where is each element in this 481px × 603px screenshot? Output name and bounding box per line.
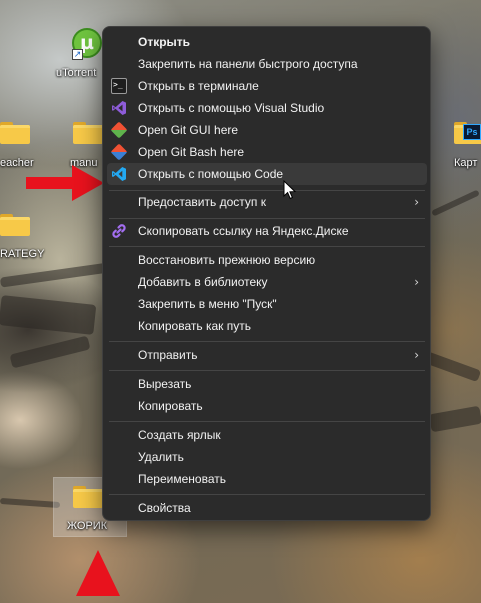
menu-item-label: Скопировать ссылку на Яндекс.Диске <box>138 224 349 238</box>
menu-item-pin-quick-access[interactable]: Закрепить на панели быстрого доступа <box>107 53 427 75</box>
menu-separator <box>109 341 425 342</box>
red-arrow-up-icon <box>76 550 120 596</box>
menu-item-label: Открыть с помощью Visual Studio <box>138 101 325 115</box>
context-menu: Открыть Закрепить на панели быстрого дос… <box>102 26 431 521</box>
menu-item-label: Переименовать <box>138 472 226 486</box>
menu-separator <box>109 246 425 247</box>
menu-item-label: Закрепить в меню "Пуск" <box>138 297 277 311</box>
menu-item-label: Открыть с помощью Code <box>138 167 284 181</box>
menu-item-label: Открыть в терминале <box>138 79 259 93</box>
menu-item-label: Копировать как путь <box>138 319 251 333</box>
menu-item-add-to-library[interactable]: Добавить в библиотеку › <box>107 271 427 293</box>
chevron-right-icon: › <box>414 275 419 289</box>
desktop-icon-label: ЖОРИК <box>67 520 108 532</box>
git-bash-icon <box>110 143 128 161</box>
menu-item-label: Предоставить доступ к <box>138 195 266 209</box>
chevron-right-icon: › <box>414 195 419 209</box>
menu-item-yandex-disk-link[interactable]: Скопировать ссылку на Яндекс.Диске <box>107 220 427 242</box>
menu-item-label: Удалить <box>138 450 184 464</box>
link-icon <box>112 224 126 238</box>
menu-item-git-bash[interactable]: Open Git Bash here <box>107 141 427 163</box>
menu-item-open-visual-studio[interactable]: Открыть с помощью Visual Studio <box>107 97 427 119</box>
menu-item-cut[interactable]: Вырезать <box>107 373 427 395</box>
red-arrow-right-icon <box>26 165 104 201</box>
menu-separator <box>109 370 425 371</box>
photoshop-icon: Ps <box>463 124 481 140</box>
menu-item-git-gui[interactable]: Open Git GUI here <box>107 119 427 141</box>
chevron-right-icon: › <box>414 348 419 362</box>
menu-separator <box>109 218 425 219</box>
menu-item-label: Копировать <box>138 399 203 413</box>
menu-item-give-access[interactable]: Предоставить доступ к › <box>107 191 427 213</box>
shortcut-arrow-icon: ↗ <box>72 49 83 60</box>
folder-icon <box>0 212 30 236</box>
menu-item-pin-to-start[interactable]: Закрепить в меню "Пуск" <box>107 293 427 315</box>
folder-icon <box>73 120 103 144</box>
menu-item-send-to[interactable]: Отправить › <box>107 344 427 366</box>
menu-item-label: Вырезать <box>138 377 192 391</box>
menu-item-label: Отправить <box>138 348 198 362</box>
menu-item-label: Закрепить на панели быстрого доступа <box>138 57 358 71</box>
menu-item-open[interactable]: Открыть <box>107 31 427 53</box>
menu-item-label: Открыть <box>138 35 191 49</box>
menu-separator <box>109 421 425 422</box>
mouse-cursor-icon <box>283 180 297 200</box>
menu-separator <box>109 494 425 495</box>
menu-item-rename[interactable]: Переименовать <box>107 468 427 490</box>
menu-item-label: Open Git GUI here <box>138 123 239 137</box>
menu-item-open-with-code[interactable]: Открыть с помощью Code <box>107 163 427 185</box>
menu-item-label: Восстановить прежнюю версию <box>138 253 316 267</box>
menu-item-restore-version[interactable]: Восстановить прежнюю версию <box>107 249 427 271</box>
menu-item-label: Добавить в библиотеку <box>138 275 268 289</box>
menu-item-properties[interactable]: Свойства <box>107 497 427 519</box>
menu-item-delete[interactable]: Удалить <box>107 446 427 468</box>
menu-item-create-shortcut[interactable]: Создать ярлык <box>107 424 427 446</box>
menu-item-label: Свойства <box>138 501 191 515</box>
menu-item-label: Open Git Bash here <box>138 145 245 159</box>
menu-item-open-terminal[interactable]: >_ Открыть в терминале <box>107 75 427 97</box>
menu-item-copy[interactable]: Копировать <box>107 395 427 417</box>
menu-item-label: Создать ярлык <box>138 428 221 442</box>
folder-icon <box>73 484 103 508</box>
desktop-icon-label: RATEGY <box>0 248 45 260</box>
vscode-icon <box>112 167 126 181</box>
visual-studio-icon <box>112 101 126 115</box>
terminal-icon: >_ <box>111 78 127 94</box>
folder-icon <box>0 120 30 144</box>
desktop-icon-label: Карт <box>454 157 478 169</box>
menu-item-copy-as-path[interactable]: Копировать как путь <box>107 315 427 337</box>
git-gui-icon <box>110 121 128 139</box>
desktop-icon-label: uTorrent <box>56 67 97 79</box>
